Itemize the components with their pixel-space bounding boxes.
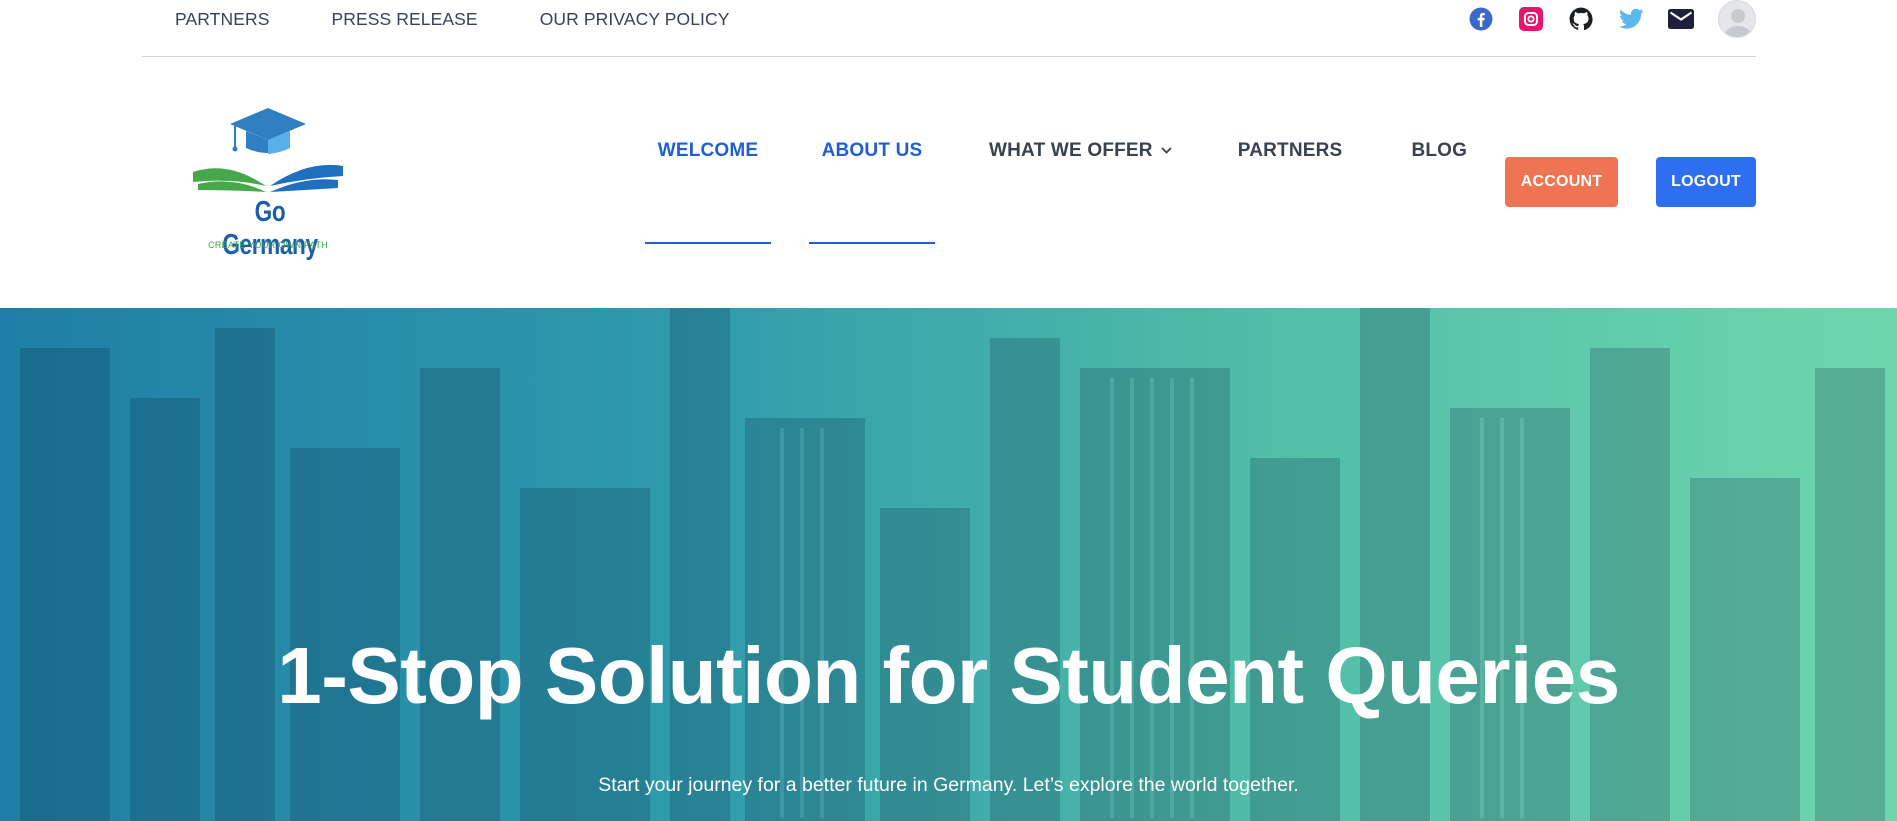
city-skyline-background: [20, 308, 1885, 821]
account-button[interactable]: ACCOUNT: [1505, 157, 1618, 207]
nav-partners[interactable]: PARTNERS: [1238, 58, 1343, 244]
github-icon[interactable]: [1568, 6, 1594, 32]
main-header: Go Germany CREATE YOUR OWN PATH WELCOME …: [0, 58, 1897, 308]
user-avatar[interactable]: [1718, 0, 1756, 38]
logo-name: Go Germany: [222, 196, 318, 261]
top-bar: PARTNERS PRESS RELEASE OUR PRIVACY POLIC…: [142, 0, 1756, 57]
main-nav: WELCOME ABOUT US WHAT WE OFFER PARTNERS …: [645, 58, 1467, 244]
instagram-icon[interactable]: [1518, 6, 1544, 32]
twitter-icon[interactable]: [1618, 6, 1644, 32]
nav-what-we-offer-label: WHAT WE OFFER: [989, 140, 1153, 161]
top-link-partners[interactable]: PARTNERS: [175, 9, 269, 30]
nav-blog[interactable]: BLOG: [1411, 58, 1467, 244]
nav-welcome[interactable]: WELCOME: [645, 58, 771, 244]
nav-what-we-offer[interactable]: WHAT WE OFFER: [989, 58, 1172, 244]
top-links: PARTNERS PRESS RELEASE OUR PRIVACY POLIC…: [142, 9, 792, 39]
top-link-press-release[interactable]: PRESS RELEASE: [331, 9, 477, 30]
nav-about-us[interactable]: ABOUT US: [809, 58, 935, 244]
chevron-down-icon: [1161, 143, 1172, 157]
mail-icon[interactable]: [1668, 6, 1694, 32]
top-link-privacy-policy[interactable]: OUR PRIVACY POLICY: [540, 9, 730, 30]
facebook-icon[interactable]: [1468, 6, 1494, 32]
logout-button[interactable]: LOGOUT: [1656, 157, 1756, 207]
logo-tagline: CREATE YOUR OWN PATH: [208, 240, 328, 250]
logo-graduation-cap-icon: [193, 108, 343, 192]
social-links: [1444, 0, 1756, 38]
hero-section: 1-Stop Solution for Student Queries Star…: [0, 308, 1897, 821]
site-logo[interactable]: Go Germany CREATE YOUR OWN PATH: [188, 104, 348, 261]
hero-title: 1-Stop Solution for Student Queries: [277, 631, 1620, 720]
hero-subtitle: Start your journey for a better future i…: [598, 774, 1299, 796]
